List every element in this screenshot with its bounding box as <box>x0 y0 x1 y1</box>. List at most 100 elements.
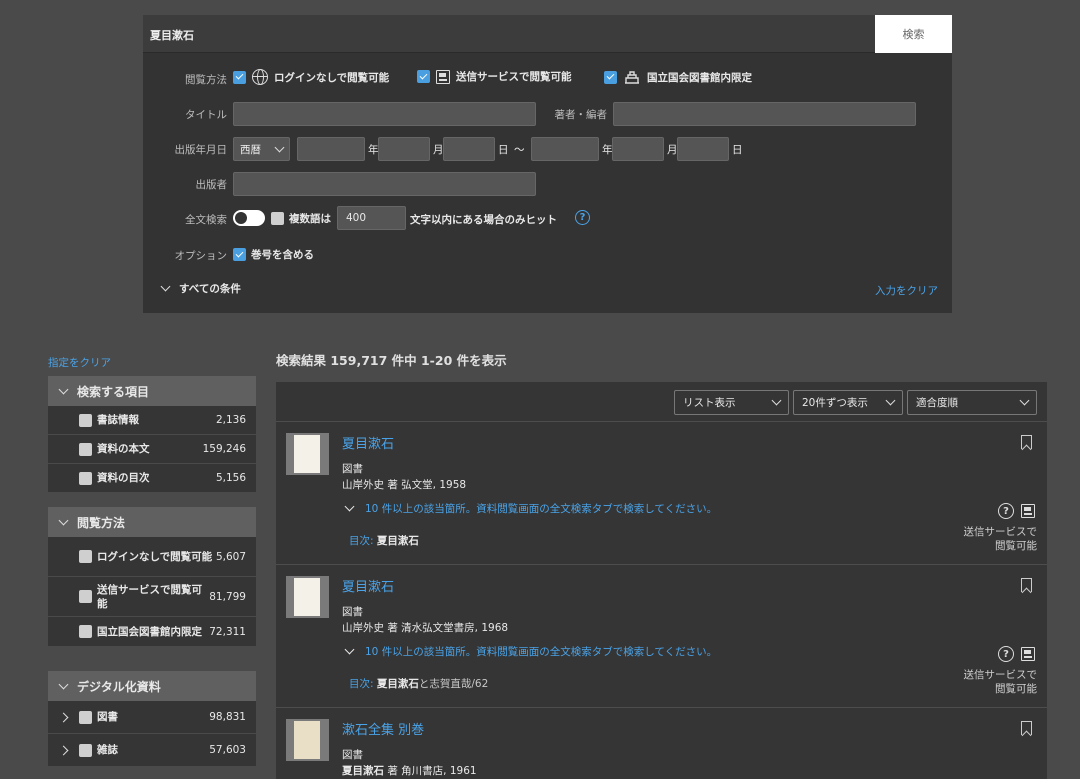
bookmark-icon[interactable] <box>1021 435 1032 449</box>
access-status: 送信サービスで 閲覧可能 <box>964 525 1038 553</box>
per-page-value: 20件ずつ表示 <box>802 397 868 409</box>
multiword-distance-input[interactable]: 400 <box>337 206 406 230</box>
chevron-down-icon <box>58 384 69 394</box>
result-author: 山岸外史 著 清水弘文堂書房, 1968 <box>342 622 509 634</box>
day-unit: 日 <box>732 144 743 156</box>
search-panel: 夏目漱石 検索 閲覧方法 ログインなしで閲覧可能 送信サービスで閲覧可能 国立国… <box>143 15 952 313</box>
send-service-icon <box>1021 647 1035 661</box>
date-to-day-input[interactable] <box>677 137 729 161</box>
chevron-right-icon[interactable] <box>58 745 69 755</box>
facet-checkbox[interactable] <box>79 471 92 485</box>
facet-item-label: 資料の目次 <box>97 472 150 484</box>
send-service-icon <box>1021 504 1035 518</box>
month-unit: 月 <box>667 144 678 156</box>
fulltext-toggle[interactable] <box>233 210 265 226</box>
publisher-input[interactable] <box>233 172 536 196</box>
year-unit: 年 <box>602 144 613 156</box>
fulltext-label: 全文検索 <box>185 214 227 226</box>
book-thumbnail[interactable] <box>286 433 329 475</box>
access-status: 送信サービスで 閲覧可能 <box>964 668 1038 696</box>
chevron-down-icon <box>344 644 355 655</box>
date-to-month-input[interactable] <box>612 137 664 161</box>
all-conditions-label: すべての条件 <box>179 283 241 295</box>
multiword-label: 複数語は <box>289 213 331 225</box>
facet-checkbox[interactable] <box>79 442 92 456</box>
date-to-year-input[interactable] <box>531 137 599 161</box>
toc-highlight: 夏目漱石 <box>376 678 419 690</box>
facet-title: 閲覧方法 <box>77 515 126 530</box>
result-hits-toggle[interactable]: 10 件以上の該当箇所。資料閲覧画面の全文検索タブで検索してください。 <box>344 501 717 516</box>
access-status-line: 送信サービスで <box>963 526 1038 538</box>
era-select[interactable]: 西暦 <box>233 137 290 161</box>
facet-checkbox[interactable] <box>79 625 92 638</box>
facet-item[interactable]: ログインなしで閲覧可能 5,607 <box>48 537 256 577</box>
facet-header[interactable]: デジタル化資料 <box>48 671 256 701</box>
clear-input-link[interactable]: 入力をクリア <box>875 283 938 298</box>
per-page-select[interactable]: 20件ずつ表示 <box>793 390 903 415</box>
facet-item[interactable]: 図書 98,831 <box>48 701 256 734</box>
facet-header[interactable]: 検索する項目 <box>48 376 256 406</box>
facet-item[interactable]: 資料の本文 159,246 <box>48 435 256 464</box>
facet-item[interactable]: 資料の目次 5,156 <box>48 464 256 493</box>
title-input[interactable] <box>233 102 536 126</box>
help-icon[interactable]: ? <box>998 503 1014 519</box>
result-title-link[interactable]: 夏目漱石 <box>342 576 394 595</box>
book-thumbnail[interactable] <box>286 719 329 761</box>
help-icon[interactable]: ? <box>575 210 590 225</box>
result-title-link[interactable]: 夏目漱石 <box>342 433 394 452</box>
facet-item-label: 送信サービスで閲覧可能 <box>97 583 202 610</box>
chevron-right-icon[interactable] <box>58 712 69 722</box>
send-service-icon <box>436 69 450 84</box>
result-type: 図書 <box>342 749 363 761</box>
results-list: リスト表示 20件ずつ表示 適合度順 夏目漱石 図書 山岸外史 著 弘文堂, 1… <box>276 382 1047 779</box>
access-status-line: 送信サービスで <box>963 669 1038 681</box>
access-send-service-label: 送信サービスで閲覧可能 <box>456 71 572 83</box>
access-login-free-checkbox[interactable] <box>233 70 246 84</box>
date-from-day-input[interactable] <box>443 137 495 161</box>
multiword-checkbox[interactable] <box>271 212 284 225</box>
search-bar[interactable]: 夏目漱石 検索 <box>143 15 952 53</box>
facet-item-label: 図書 <box>97 711 118 723</box>
chevron-down-icon <box>1019 395 1030 406</box>
date-from-year-input[interactable] <box>297 137 365 161</box>
access-send-service-checkbox[interactable] <box>417 70 430 83</box>
facet-item[interactable]: 国立国会図書館内限定 72,311 <box>48 617 256 647</box>
facet-checkbox[interactable] <box>79 413 92 427</box>
facet-checkbox[interactable] <box>79 550 92 563</box>
author-input[interactable] <box>613 102 916 126</box>
chevron-down-icon <box>274 142 285 152</box>
result-item: 夏目漱石 図書 山岸外史 著 清水弘文堂書房, 1968 10 件以上の該当箇所… <box>276 566 1047 708</box>
view-mode-value: リスト表示 <box>683 397 736 409</box>
facet-item[interactable]: 雑誌 57,603 <box>48 734 256 767</box>
facet-access-method: 閲覧方法 ログインなしで閲覧可能 5,607 送信サービスで閲覧可能 81,79… <box>48 507 256 647</box>
bookmark-icon[interactable] <box>1021 578 1032 592</box>
result-hits-toggle[interactable]: 10 件以上の該当箇所。資料閲覧画面の全文検索タブで検索してください。 <box>344 644 717 659</box>
facet-checkbox[interactable] <box>79 743 92 757</box>
search-button[interactable]: 検索 <box>875 15 952 53</box>
facet-item[interactable]: 書誌情報 2,136 <box>48 406 256 435</box>
access-library-only-checkbox[interactable] <box>604 70 617 84</box>
result-author-rest: 著 角川書店, 1961 <box>387 765 477 777</box>
result-type: 図書 <box>342 463 363 475</box>
facet-checkbox[interactable] <box>79 590 92 603</box>
book-thumbnail[interactable] <box>286 576 329 618</box>
result-title-link[interactable]: 漱石全集 別巻 <box>342 719 424 738</box>
sort-select[interactable]: 適合度順 <box>907 390 1037 415</box>
include-volume-checkbox[interactable] <box>233 248 246 261</box>
chevron-down-icon <box>771 395 782 406</box>
facet-checkbox[interactable] <box>79 710 92 724</box>
access-status-line: 閲覧可能 <box>995 540 1037 552</box>
view-mode-select[interactable]: リスト表示 <box>674 390 789 415</box>
search-input[interactable]: 夏目漱石 <box>150 27 194 43</box>
facet-item-count: 72,311 <box>209 625 246 638</box>
facet-item[interactable]: 送信サービスで閲覧可能 81,799 <box>48 577 256 617</box>
all-conditions-toggle[interactable]: すべての条件 <box>160 281 241 296</box>
facet-item-label: 雑誌 <box>97 744 118 756</box>
facet-item-label: ログインなしで閲覧可能 <box>97 550 213 563</box>
chevron-down-icon <box>885 395 896 406</box>
help-icon[interactable]: ? <box>998 646 1014 662</box>
facet-header[interactable]: 閲覧方法 <box>48 507 256 537</box>
bookmark-icon[interactable] <box>1021 721 1032 735</box>
date-from-month-input[interactable] <box>378 137 430 161</box>
clear-filters-link[interactable]: 指定をクリア <box>48 355 111 370</box>
